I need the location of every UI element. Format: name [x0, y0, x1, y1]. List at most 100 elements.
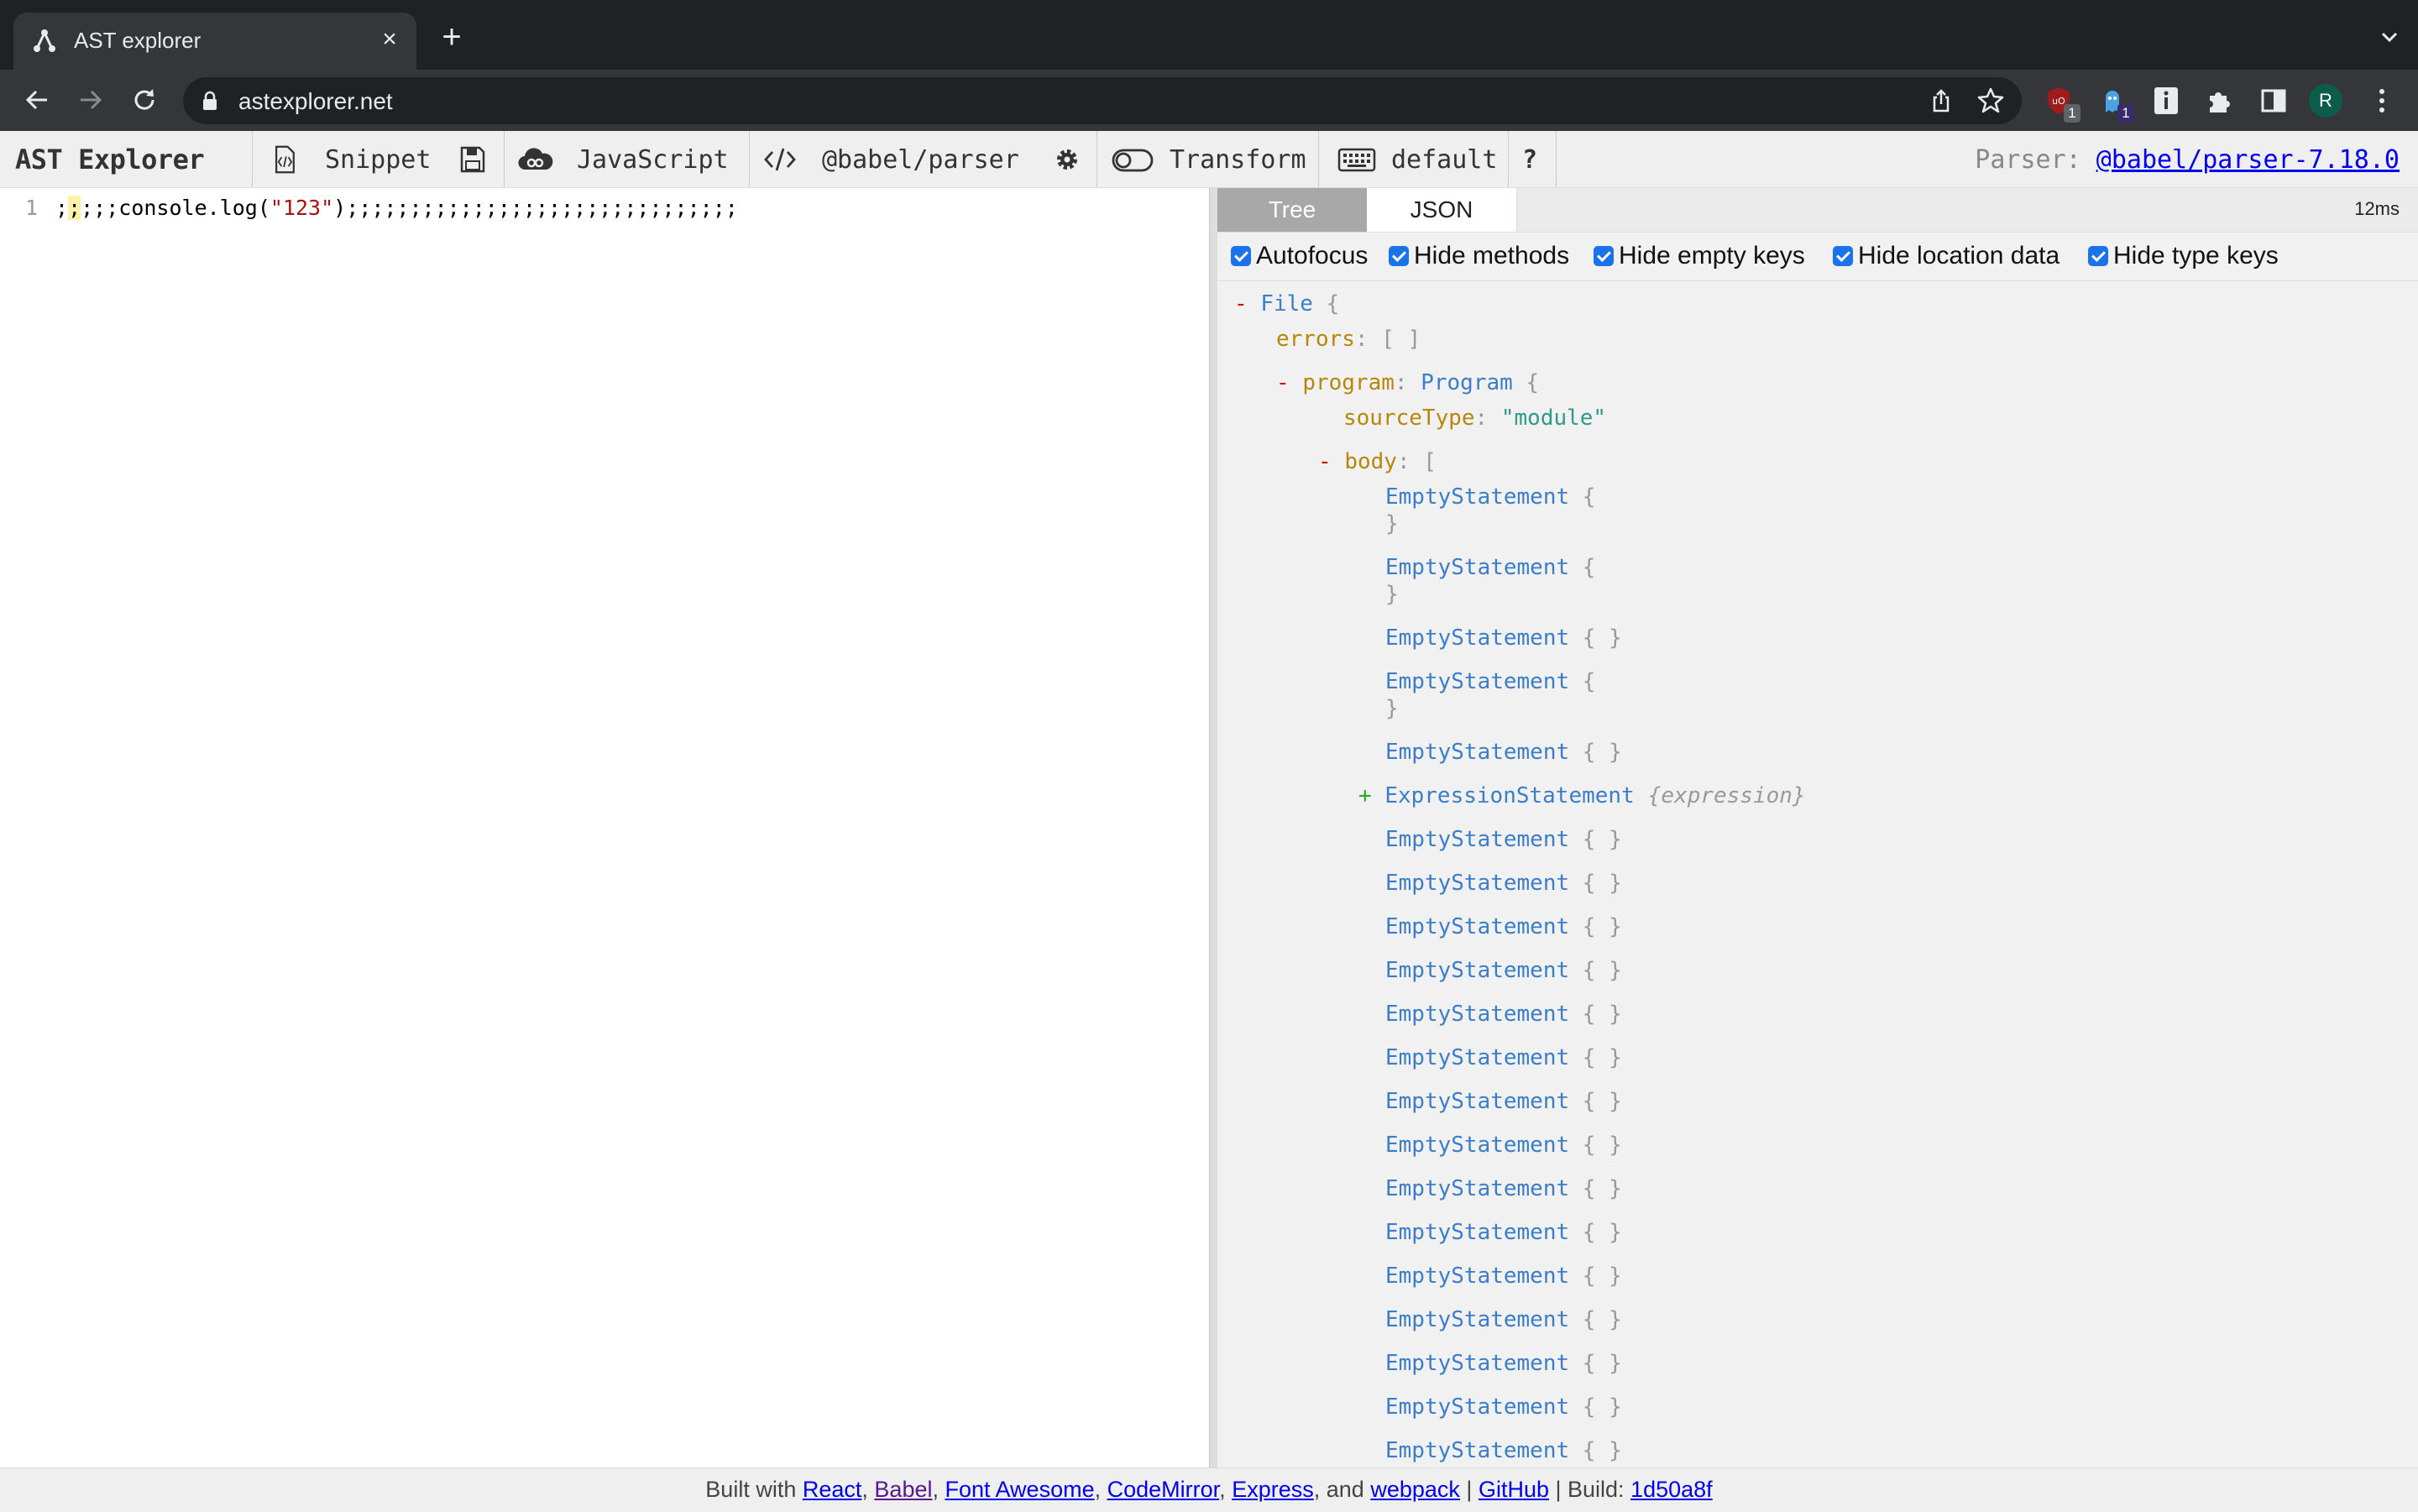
node-type[interactable]: EmptyStatement	[1385, 827, 1569, 852]
node-type[interactable]: EmptyStatement	[1385, 1351, 1569, 1376]
node-type[interactable]: EmptyStatement	[1385, 669, 1569, 694]
footer-link-github[interactable]: GitHub	[1479, 1477, 1549, 1502]
url-text[interactable]: astexplorer.net	[238, 88, 393, 115]
body-item[interactable]: EmptyStatement { }	[1385, 827, 1622, 852]
node-type[interactable]: EmptyStatement	[1385, 871, 1569, 896]
footer-link-webpack[interactable]: webpack	[1370, 1477, 1460, 1502]
node-type[interactable]: EmptyStatement	[1385, 1045, 1569, 1070]
gear-settings-icon[interactable]	[1054, 146, 1081, 173]
body-item[interactable]: EmptyStatement {	[1385, 484, 1595, 510]
checkbox-checked-icon[interactable]	[1833, 246, 1853, 266]
code-line[interactable]: ;;;;;console.log("123");;;;;;;;;;;;;;;;;…	[55, 196, 738, 220]
body-item[interactable]: EmptyStatement { }	[1385, 1133, 1622, 1158]
ghostery-extension-icon[interactable]: 1	[2096, 84, 2134, 123]
new-tab-plus-icon[interactable]: +	[435, 20, 468, 55]
language-menu[interactable]: JavaScript	[504, 131, 750, 187]
body-item[interactable]: EmptyStatement { }	[1385, 625, 1622, 651]
help-button[interactable]: ?	[1508, 131, 1557, 187]
node-type[interactable]: EmptyStatement	[1385, 740, 1569, 765]
option-autofocus[interactable]: Autofocus	[1231, 242, 1368, 270]
collapse-toggle-icon[interactable]: -	[1318, 449, 1344, 474]
tab-search-chevron-down-icon[interactable]	[2376, 24, 2403, 50]
node-type[interactable]: EmptyStatement	[1385, 1220, 1569, 1245]
footer-link-babel[interactable]: Babel	[874, 1477, 932, 1502]
checkbox-checked-icon[interactable]	[1594, 246, 1614, 266]
profile-avatar[interactable]: R	[2309, 84, 2342, 118]
node-type[interactable]: EmptyStatement	[1385, 625, 1569, 651]
body-item[interactable]: EmptyStatement { }	[1385, 958, 1622, 983]
tree-node-program[interactable]: - program: Program {	[1276, 370, 1539, 395]
transform-toggle[interactable]: Transform	[1096, 131, 1319, 187]
body-item[interactable]: EmptyStatement { }	[1385, 1307, 1622, 1332]
footer-link-express[interactable]: Express	[1232, 1477, 1314, 1502]
body-item[interactable]: EmptyStatement { }	[1385, 871, 1622, 896]
body-item[interactable]: EmptyStatement {	[1385, 555, 1595, 580]
body-item[interactable]: EmptyStatement {	[1385, 669, 1595, 694]
body-item[interactable]: EmptyStatement { }	[1385, 1176, 1622, 1201]
node-type[interactable]: EmptyStatement	[1385, 1263, 1569, 1289]
node-type[interactable]: ExpressionStatement	[1384, 783, 1634, 808]
body-item[interactable]: EmptyStatement { }	[1385, 1263, 1622, 1289]
collapse-toggle-icon[interactable]: -	[1234, 291, 1260, 317]
tab-json[interactable]: JSON	[1367, 188, 1517, 232]
footer-build-hash[interactable]: 1d50a8f	[1630, 1477, 1713, 1502]
node-type[interactable]: EmptyStatement	[1385, 484, 1569, 510]
body-item[interactable]: EmptyStatement { }	[1385, 1351, 1622, 1376]
option-hide-location-data[interactable]: Hide location data	[1833, 242, 2059, 270]
parser-menu[interactable]: @babel/parser	[749, 131, 1097, 187]
footer-link-react[interactable]: React	[803, 1477, 862, 1502]
collapse-toggle-icon[interactable]: -	[1276, 370, 1302, 395]
node-type[interactable]: Program	[1421, 370, 1513, 395]
expand-toggle-icon[interactable]: +	[1358, 783, 1384, 808]
option-hide-type-keys[interactable]: Hide type keys	[2088, 242, 2279, 270]
tree-node-body[interactable]: - body: [	[1318, 449, 1437, 474]
address-bar[interactable]: astexplorer.net	[183, 77, 2022, 124]
node-type[interactable]: EmptyStatement	[1385, 1002, 1569, 1027]
option-hide-empty-keys[interactable]: Hide empty keys	[1594, 242, 1805, 270]
share-icon[interactable]	[1928, 87, 1955, 114]
body-item[interactable]: EmptyStatement { }	[1385, 1089, 1622, 1114]
code-editor[interactable]: 1 ;;;;;console.log("123");;;;;;;;;;;;;;;…	[0, 188, 1209, 1468]
keymap-menu[interactable]: default	[1318, 131, 1509, 187]
node-type[interactable]: EmptyStatement	[1385, 1133, 1569, 1158]
node-type[interactable]: EmptyStatement	[1385, 1307, 1569, 1332]
side-panel-icon[interactable]	[2257, 84, 2290, 118]
checkbox-checked-icon[interactable]	[1389, 246, 1409, 266]
forward-arrow-icon[interactable]	[74, 83, 107, 117]
ublock-extension-icon[interactable]: uO 1	[2042, 84, 2080, 123]
body-item[interactable]: EmptyStatement { }	[1385, 1045, 1622, 1070]
node-type[interactable]: EmptyStatement	[1385, 1176, 1569, 1201]
tab-tree[interactable]: Tree	[1217, 188, 1367, 232]
puzzle-extensions-icon[interactable]	[2203, 84, 2237, 118]
option-hide-methods[interactable]: Hide methods	[1389, 242, 1569, 270]
back-arrow-icon[interactable]	[20, 83, 54, 117]
body-item[interactable]: EmptyStatement { }	[1385, 1394, 1622, 1420]
footer-link-font-awesome[interactable]: Font Awesome	[945, 1477, 1095, 1502]
node-type[interactable]: EmptyStatement	[1385, 1394, 1569, 1420]
node-type[interactable]: EmptyStatement	[1385, 914, 1569, 939]
node-type[interactable]: EmptyStatement	[1385, 1089, 1569, 1114]
browser-tab[interactable]: AST explorer ×	[13, 13, 416, 70]
lock-icon[interactable]	[202, 91, 218, 111]
checkbox-checked-icon[interactable]	[2088, 246, 2108, 266]
node-type[interactable]: EmptyStatement	[1385, 555, 1569, 580]
kebab-menu-icon[interactable]	[2369, 84, 2394, 118]
checkbox-checked-icon[interactable]	[1231, 246, 1251, 266]
bookmark-star-icon[interactable]	[1976, 86, 2005, 114]
body-item-expression[interactable]: + ExpressionStatement {expression}	[1358, 783, 1806, 808]
reload-icon[interactable]	[128, 83, 161, 117]
body-item[interactable]: EmptyStatement { }	[1385, 1438, 1622, 1463]
node-type[interactable]: EmptyStatement	[1385, 1438, 1569, 1463]
save-floppy-icon[interactable]	[458, 144, 487, 175]
body-item[interactable]: EmptyStatement { }	[1385, 1220, 1622, 1245]
body-item[interactable]: EmptyStatement { }	[1385, 914, 1622, 939]
body-item[interactable]: EmptyStatement { }	[1385, 740, 1622, 765]
node-type[interactable]: EmptyStatement	[1385, 958, 1569, 983]
parser-version-link[interactable]: @babel/parser-7.18.0	[2096, 145, 2400, 175]
body-item[interactable]: EmptyStatement { }	[1385, 1002, 1622, 1027]
info-extension-icon[interactable]	[2149, 84, 2183, 118]
snippet-menu[interactable]: Snippet	[252, 131, 434, 187]
node-type[interactable]: File	[1260, 291, 1313, 317]
footer-link-codemirror[interactable]: CodeMirror	[1107, 1477, 1220, 1502]
tree-node-file[interactable]: - File {	[1234, 291, 1339, 317]
